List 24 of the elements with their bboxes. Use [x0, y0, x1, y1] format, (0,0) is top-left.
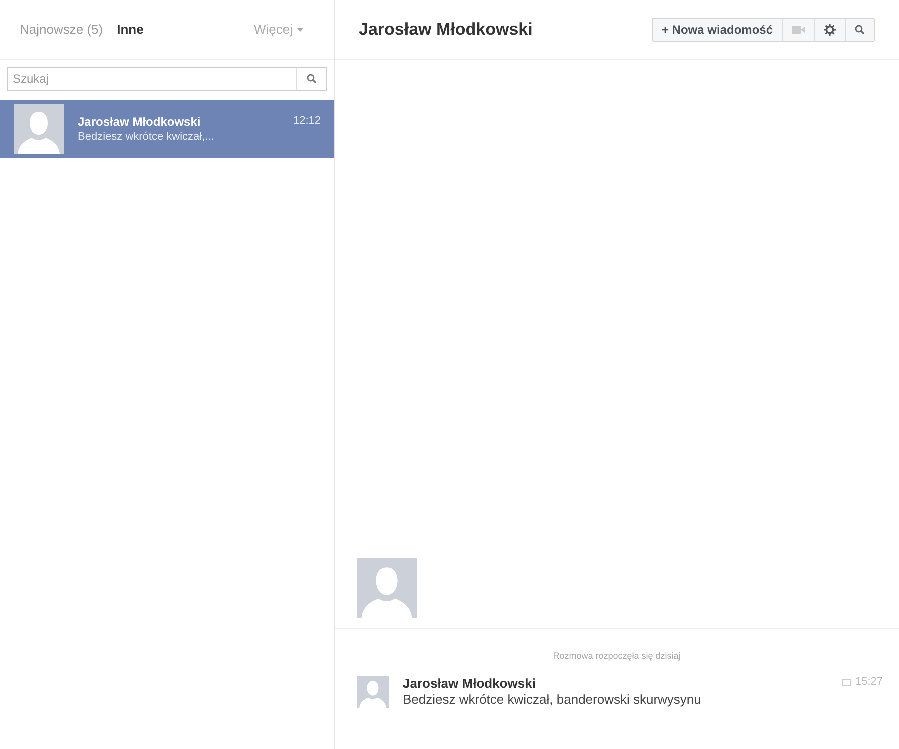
settings-icon: [824, 24, 836, 36]
search-button[interactable]: [297, 67, 327, 91]
search-icon: [855, 24, 865, 34]
conversation-title: Jarosław Młodkowski: [359, 20, 533, 40]
conversation-item[interactable]: Jarosław Młodkowski 12:12 Bedziesz wkrótce kwiczał,...: [0, 100, 334, 158]
folder-tab[interactable]: Najnowsze (5): [20, 22, 104, 37]
message-text: Bedziesz wkrótce kwiczał, banderowski skurwysynu: [403, 692, 702, 707]
caret-icon: [297, 28, 304, 32]
avatar-icon: [14, 104, 64, 154]
video-camera-icon: [792, 26, 805, 34]
search-button[interactable]: [845, 18, 874, 40]
conversation-start-note: Rozmowa rozpoczęła się dzisiaj: [553, 651, 681, 661]
folder-tab[interactable]: Inne: [117, 22, 144, 37]
avatar-icon: [357, 558, 417, 618]
sender-name: Jarosław Młodkowski: [403, 676, 537, 691]
message-time: 12:12: [293, 115, 321, 129]
contact-name: Jarosław Młodkowski: [78, 115, 201, 129]
search-field[interactable]: Szukaj: [7, 67, 297, 91]
search-icon: [306, 74, 316, 84]
avatar-icon: [357, 676, 389, 708]
message-time: 15:27: [855, 676, 883, 688]
more-dropdown[interactable]: Więcej: [254, 22, 304, 37]
message-snippet: Bedziesz wkrótce kwiczał,...: [78, 131, 216, 143]
chat-bubble-icon: [842, 678, 852, 686]
